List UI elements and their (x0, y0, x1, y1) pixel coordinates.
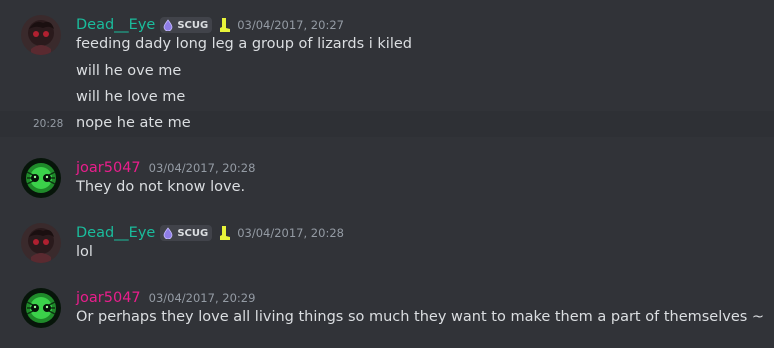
message-line[interactable]: will he love me (0, 85, 774, 111)
yellow-leg-icon (220, 18, 231, 32)
message-line[interactable]: feeding dady long leg a group of lizards… (0, 32, 774, 58)
username[interactable]: Dead__Eye (76, 225, 155, 241)
username[interactable]: joar5047 (76, 290, 141, 306)
message-text: will he love me (76, 89, 186, 105)
message-line[interactable]: They do not know love. (0, 175, 774, 201)
yellow-leg-icon (220, 226, 231, 240)
username[interactable]: Dead__Eye (76, 17, 155, 33)
message-text: lol (76, 244, 93, 260)
badge-label: SCUG (177, 19, 209, 31)
badge-label: SCUG (177, 227, 209, 239)
message-timestamp[interactable]: 03/04/2017, 20:27 (237, 18, 344, 32)
message-text: nope he ate me (76, 115, 191, 131)
message-line-hovered[interactable]: 20:28 nope he ate me (0, 111, 774, 137)
message-timestamp[interactable]: 03/04/2017, 20:29 (149, 291, 256, 305)
purple-droplet-icon (163, 19, 173, 31)
message-line[interactable]: will he ove me (0, 59, 774, 85)
message-timestamp[interactable]: 03/04/2017, 20:28 (237, 226, 344, 240)
message-line[interactable]: Or perhaps they love all living things s… (0, 305, 774, 331)
message-timestamp[interactable]: 03/04/2017, 20:28 (149, 161, 256, 175)
message-line[interactable]: lol (0, 240, 774, 266)
chat-messages: Dead__Eye SCUG 03/04/2017, 20:27 feeding… (0, 0, 774, 348)
message-text: will he ove me (76, 63, 182, 79)
server-tag-badge[interactable]: SCUG (160, 17, 213, 33)
purple-droplet-icon (163, 227, 173, 239)
server-tag-badge[interactable]: SCUG (160, 225, 213, 241)
message-text: Or perhaps they love all living things s… (76, 309, 765, 325)
message-text: They do not know love. (76, 179, 246, 195)
hover-timestamp[interactable]: 20:28 (33, 118, 63, 130)
message-text: feeding dady long leg a group of lizards… (76, 36, 412, 52)
username[interactable]: joar5047 (76, 160, 141, 176)
